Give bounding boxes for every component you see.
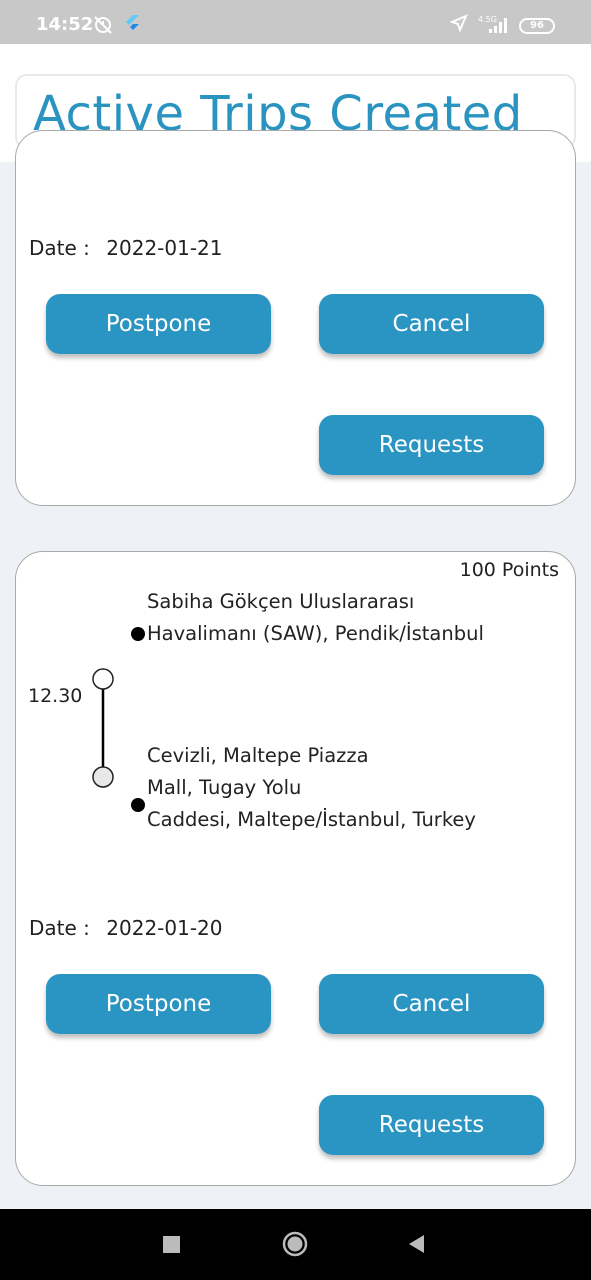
signal-icon <box>489 18 507 33</box>
alarm-off-icon <box>94 16 112 34</box>
route-start-circle <box>92 668 114 690</box>
to-address-line: Mall, Tugay Yolu <box>147 776 302 799</box>
cancel-button[interactable]: Cancel <box>319 974 544 1034</box>
to-dot <box>131 798 145 812</box>
navigation-bar <box>0 1209 591 1280</box>
to-address-line: Caddesi, Maltepe/İstanbul, Turkey <box>147 808 476 831</box>
status-time: 14:52 <box>36 14 94 35</box>
requests-button[interactable]: Requests <box>319 1095 544 1155</box>
from-address-line: Sabiha Gökçen Uluslararası <box>147 590 415 613</box>
location-arrow-icon <box>450 14 468 32</box>
date-value: 2022-01-20 <box>106 916 223 940</box>
date-label: Date : <box>29 236 90 260</box>
date-value: 2022-01-21 <box>106 236 223 260</box>
route-end-circle <box>92 766 114 788</box>
cancel-button[interactable]: Cancel <box>319 294 544 354</box>
postpone-button[interactable]: Postpone <box>46 294 271 354</box>
from-address-line: Havalimanı (SAW), Pendik/İstanbul <box>147 622 484 645</box>
points-label: 100 Points <box>459 559 559 581</box>
trip-time: 12.30 <box>28 685 83 707</box>
from-address: Sabiha Gökçen Uluslararası Havalimanı (S… <box>147 586 484 650</box>
recent-apps-icon[interactable] <box>162 1235 182 1255</box>
route-line <box>92 627 145 812</box>
date-label: Date : <box>29 916 90 940</box>
home-icon[interactable] <box>281 1230 309 1258</box>
postpone-button[interactable]: Postpone <box>46 974 271 1034</box>
trip-card: Date : 2022-01-21 Postpone Cancel Reques… <box>15 130 576 506</box>
from-dot <box>131 627 145 641</box>
trip-date: Date : 2022-01-20 <box>29 916 223 940</box>
status-bar: 14:52 4.5G 96 <box>0 0 591 44</box>
requests-button[interactable]: Requests <box>319 415 544 475</box>
back-icon[interactable] <box>406 1233 428 1255</box>
trip-card: 100 Points Sabiha Gökçen Uluslararası Ha… <box>15 551 576 1186</box>
battery-icon: 96 <box>519 18 555 34</box>
flutter-icon <box>126 15 139 30</box>
to-address: Cevizli, Maltepe Piazza Mall, Tugay Yolu… <box>147 740 476 836</box>
to-address-line: Cevizli, Maltepe Piazza <box>147 744 369 767</box>
trip-date: Date : 2022-01-21 <box>29 236 223 260</box>
